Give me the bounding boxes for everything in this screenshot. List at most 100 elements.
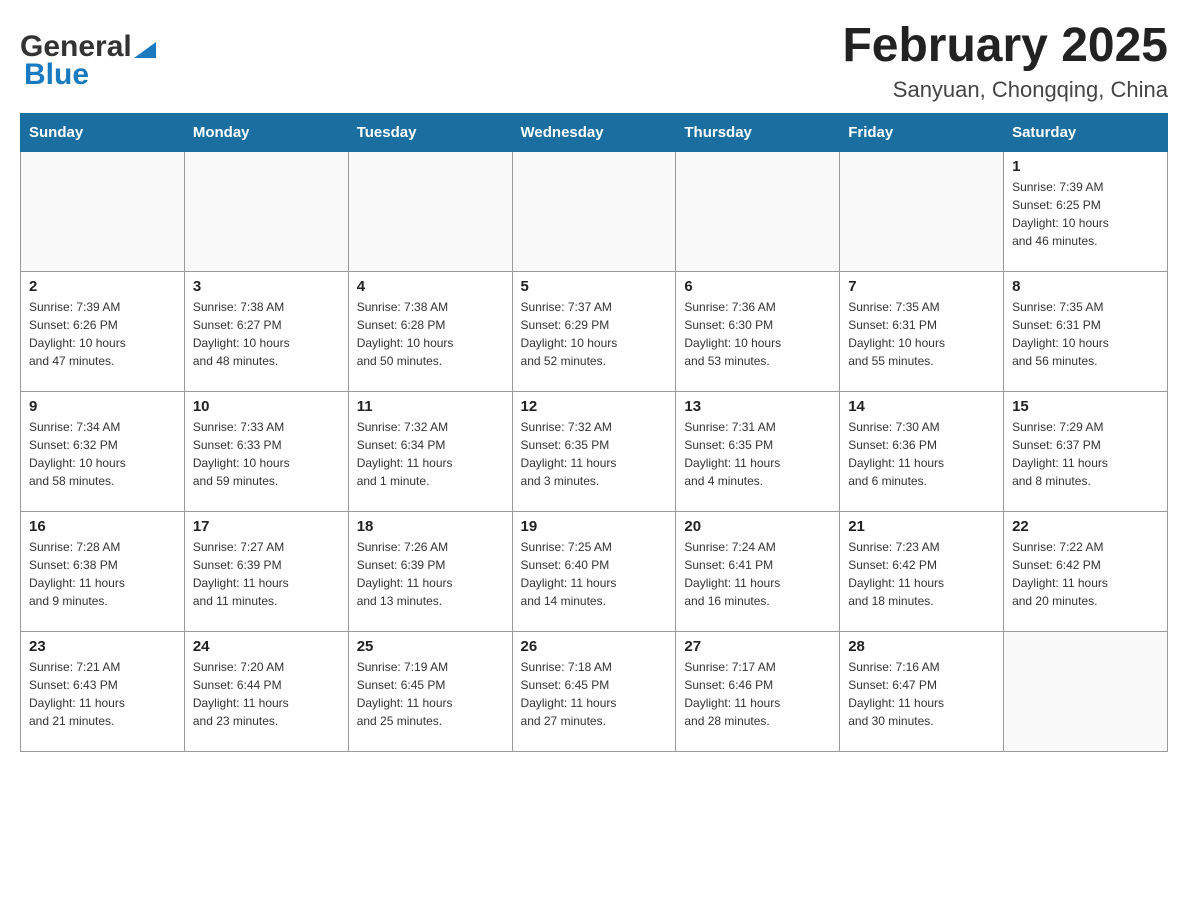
calendar-cell: 3Sunrise: 7:38 AM Sunset: 6:27 PM Daylig… (184, 271, 348, 391)
calendar-cell: 13 Sunrise: 7:31 AM Sunset: 6:35 PM Dayli… (676, 391, 840, 511)
day-number: 20 (684, 518, 831, 535)
day-number: 10 (193, 398, 340, 415)
day-info: Sunrise: 7:37 AM Sunset: 6:29 PM Dayligh… (521, 298, 668, 370)
day-info: Sunrise: 7:38 AM Sunset: 6:27 PM Dayligh… (193, 298, 340, 370)
logo: General Blue (20, 20, 156, 92)
day-number: 2 (29, 278, 176, 295)
title-block: February 2025 Sanyuan, Chongqing, China (842, 20, 1168, 103)
day-headers-row: SundayMondayTuesdayWednesdayThursdayFrid… (21, 113, 1168, 151)
calendar-cell: 14 Sunrise: 7:30 AM Sunset: 6:36 PM Dayli… (840, 391, 1004, 511)
calendar-cell (21, 151, 185, 271)
day-header-tuesday: Tuesday (348, 113, 512, 151)
day-number: 23 (29, 638, 176, 655)
calendar-cell (348, 151, 512, 271)
day-info: Sunrise: 7:32 AM Sunset: 6:35 PM Dayligh… (521, 418, 668, 490)
day-number: 13 (684, 398, 831, 415)
day-header-friday: Friday (840, 113, 1004, 151)
week-row-4: 23 Sunrise: 7:21 AM Sunset: 6:43 PM Dayli… (21, 631, 1168, 751)
day-number: 16 (29, 518, 176, 535)
day-header-sunday: Sunday (21, 113, 185, 151)
week-row-3: 16 Sunrise: 7:28 AM Sunset: 6:38 PM Dayli… (21, 511, 1168, 631)
calendar-cell: 26 Sunrise: 7:18 AM Sunset: 6:45 PM Dayli… (512, 631, 676, 751)
logo-triangle-icon (134, 32, 156, 63)
day-info: Sunrise: 7:26 AM Sunset: 6:39 PM Dayligh… (357, 538, 504, 610)
day-info: Sunrise: 7:32 AM Sunset: 6:34 PM Dayligh… (357, 418, 504, 490)
day-number: 11 (357, 398, 504, 415)
day-number: 28 (848, 638, 995, 655)
day-number: 12 (521, 398, 668, 415)
day-number: 21 (848, 518, 995, 535)
calendar-cell: 5 Sunrise: 7:37 AM Sunset: 6:29 PM Daylig… (512, 271, 676, 391)
day-info: Sunrise: 7:35 AM Sunset: 6:31 PM Dayligh… (848, 298, 995, 370)
day-number: 25 (357, 638, 504, 655)
day-info: Sunrise: 7:31 AM Sunset: 6:35 PM Dayligh… (684, 418, 831, 490)
calendar-cell: 6Sunrise: 7:36 AM Sunset: 6:30 PM Daylig… (676, 271, 840, 391)
calendar-cell: 25Sunrise: 7:19 AM Sunset: 6:45 PM Dayli… (348, 631, 512, 751)
calendar-cell: 10 Sunrise: 7:33 AM Sunset: 6:33 PM Dayli… (184, 391, 348, 511)
day-info: Sunrise: 7:30 AM Sunset: 6:36 PM Dayligh… (848, 418, 995, 490)
calendar-cell (676, 151, 840, 271)
week-row-1: 2Sunrise: 7:39 AM Sunset: 6:26 PM Daylig… (21, 271, 1168, 391)
day-info: Sunrise: 7:24 AM Sunset: 6:41 PM Dayligh… (684, 538, 831, 610)
calendar-cell: 19 Sunrise: 7:25 AM Sunset: 6:40 PM Dayli… (512, 511, 676, 631)
calendar-cell: 23 Sunrise: 7:21 AM Sunset: 6:43 PM Dayli… (21, 631, 185, 751)
day-info: Sunrise: 7:34 AM Sunset: 6:32 PM Dayligh… (29, 418, 176, 490)
page-header: General Blue February 2025 Sanyuan, Chon… (20, 20, 1168, 103)
day-number: 7 (848, 278, 995, 295)
day-header-saturday: Saturday (1004, 113, 1168, 151)
day-info: Sunrise: 7:20 AM Sunset: 6:44 PM Dayligh… (193, 658, 340, 730)
calendar-cell: 12 Sunrise: 7:32 AM Sunset: 6:35 PM Dayli… (512, 391, 676, 511)
calendar-cell: 9 Sunrise: 7:34 AM Sunset: 6:32 PM Daylig… (21, 391, 185, 511)
day-number: 27 (684, 638, 831, 655)
day-number: 18 (357, 518, 504, 535)
day-number: 6 (684, 278, 831, 295)
day-info: Sunrise: 7:28 AM Sunset: 6:38 PM Dayligh… (29, 538, 176, 610)
day-info: Sunrise: 7:18 AM Sunset: 6:45 PM Dayligh… (521, 658, 668, 730)
day-header-wednesday: Wednesday (512, 113, 676, 151)
day-header-thursday: Thursday (676, 113, 840, 151)
calendar-title: February 2025 (842, 20, 1168, 73)
day-info: Sunrise: 7:27 AM Sunset: 6:39 PM Dayligh… (193, 538, 340, 610)
calendar-cell: 28 Sunrise: 7:16 AM Sunset: 6:47 PM Dayli… (840, 631, 1004, 751)
day-info: Sunrise: 7:16 AM Sunset: 6:47 PM Dayligh… (848, 658, 995, 730)
calendar-cell: 7 Sunrise: 7:35 AM Sunset: 6:31 PM Daylig… (840, 271, 1004, 391)
calendar-table: SundayMondayTuesdayWednesdayThursdayFrid… (20, 113, 1168, 752)
day-number: 9 (29, 398, 176, 415)
calendar-cell: 20 Sunrise: 7:24 AM Sunset: 6:41 PM Dayli… (676, 511, 840, 631)
day-number: 14 (848, 398, 995, 415)
day-number: 19 (521, 518, 668, 535)
calendar-cell: 11 Sunrise: 7:32 AM Sunset: 6:34 PM Dayli… (348, 391, 512, 511)
day-info: Sunrise: 7:21 AM Sunset: 6:43 PM Dayligh… (29, 658, 176, 730)
day-number: 5 (521, 278, 668, 295)
day-number: 26 (521, 638, 668, 655)
day-number: 4 (357, 278, 504, 295)
day-header-monday: Monday (184, 113, 348, 151)
calendar-cell (840, 151, 1004, 271)
calendar-cell: 16 Sunrise: 7:28 AM Sunset: 6:38 PM Dayli… (21, 511, 185, 631)
day-number: 15 (1012, 398, 1159, 415)
day-info: Sunrise: 7:25 AM Sunset: 6:40 PM Dayligh… (521, 538, 668, 610)
day-info: Sunrise: 7:39 AM Sunset: 6:25 PM Dayligh… (1012, 178, 1159, 250)
calendar-cell (512, 151, 676, 271)
day-info: Sunrise: 7:17 AM Sunset: 6:46 PM Dayligh… (684, 658, 831, 730)
calendar-subtitle: Sanyuan, Chongqing, China (842, 77, 1168, 103)
calendar-cell (184, 151, 348, 271)
day-info: Sunrise: 7:33 AM Sunset: 6:33 PM Dayligh… (193, 418, 340, 490)
day-number: 24 (193, 638, 340, 655)
day-number: 8 (1012, 278, 1159, 295)
calendar-cell: 27 Sunrise: 7:17 AM Sunset: 6:46 PM Dayli… (676, 631, 840, 751)
day-number: 17 (193, 518, 340, 535)
logo-blue-text: Blue (20, 58, 89, 92)
day-number: 1 (1012, 158, 1159, 175)
day-number: 22 (1012, 518, 1159, 535)
calendar-body: 1 Sunrise: 7:39 AM Sunset: 6:25 PM Daylig… (21, 151, 1168, 751)
calendar-cell: 4Sunrise: 7:38 AM Sunset: 6:28 PM Daylig… (348, 271, 512, 391)
day-info: Sunrise: 7:22 AM Sunset: 6:42 PM Dayligh… (1012, 538, 1159, 610)
calendar-cell (1004, 631, 1168, 751)
day-info: Sunrise: 7:23 AM Sunset: 6:42 PM Dayligh… (848, 538, 995, 610)
calendar-cell: 17 Sunrise: 7:27 AM Sunset: 6:39 PM Dayli… (184, 511, 348, 631)
calendar-cell: 2Sunrise: 7:39 AM Sunset: 6:26 PM Daylig… (21, 271, 185, 391)
week-row-0: 1 Sunrise: 7:39 AM Sunset: 6:25 PM Daylig… (21, 151, 1168, 271)
day-info: Sunrise: 7:35 AM Sunset: 6:31 PM Dayligh… (1012, 298, 1159, 370)
calendar-cell: 22 Sunrise: 7:22 AM Sunset: 6:42 PM Dayli… (1004, 511, 1168, 631)
